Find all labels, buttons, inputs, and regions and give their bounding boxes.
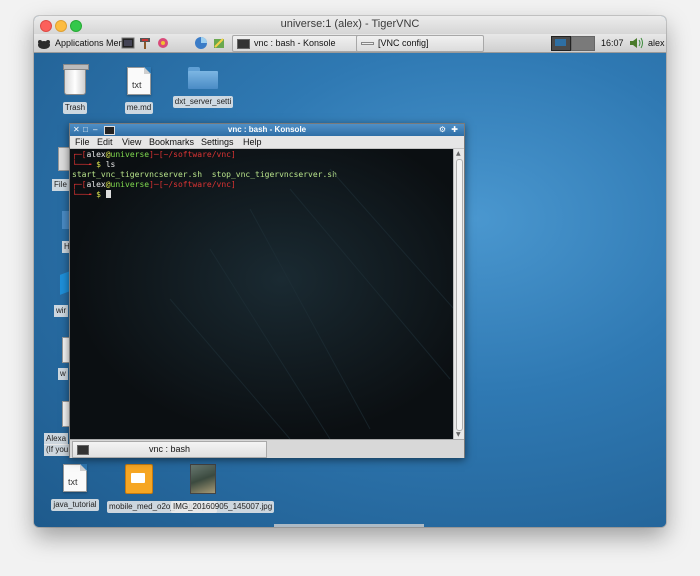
konsole-window: ✕ □ – vnc : bash - Konsole ⚙ ✚ File Edit… <box>69 123 465 458</box>
desktop-icon-dxt-server[interactable]: dxt_server_setti <box>171 67 235 108</box>
editor-launcher-icon[interactable] <box>212 36 226 50</box>
menu-help[interactable]: Help <box>243 137 262 147</box>
applications-menu-label: Applications Menu <box>55 38 129 48</box>
volume-icon[interactable] <box>629 37 645 49</box>
desktop-icon-java-tutorial[interactable]: txt java_tutorial <box>43 464 107 511</box>
desktop-icon-label: IMG_20160905_145007.jpg <box>171 501 275 513</box>
presentation-icon <box>125 464 153 494</box>
image-file-icon <box>190 464 216 494</box>
workspace-2-switcher[interactable] <box>571 36 595 51</box>
partial-desktop-label: w <box>58 368 68 380</box>
desktop-icon-label: me.md <box>124 102 154 114</box>
vnc-config-window-icon <box>361 42 374 46</box>
konsole-title: vnc : bash - Konsole <box>227 125 307 134</box>
konsole-tabbar: vnc : bash <box>70 439 464 458</box>
desktop-icon-label: java_tutorial <box>51 499 99 511</box>
workspace-1-switcher[interactable] <box>551 36 571 51</box>
scroll-down-icon[interactable]: ▼ <box>456 431 461 438</box>
konsole-pin-icon[interactable]: ✚ <box>451 125 458 135</box>
vnc-viewer-window: universe:1 (alex) - TigerVNC Application… <box>34 16 666 527</box>
bottom-panel-handle[interactable] <box>274 524 424 527</box>
file-manager-launcher-icon[interactable] <box>138 36 152 50</box>
partial-desktop-label: File <box>52 179 69 191</box>
taskbar-vnc-config-button[interactable]: [VNC config] <box>356 35 484 52</box>
konsole-titlebar[interactable]: ✕ □ – vnc : bash - Konsole ⚙ ✚ <box>70 124 464 136</box>
konsole-window-icon <box>237 38 250 49</box>
menu-view[interactable]: View <box>122 137 141 147</box>
desktop-background[interactable]: Trash txt me.md dxt_server_setti File H … <box>34 53 666 527</box>
applications-menu-button[interactable]: Applications Menu <box>37 34 129 52</box>
desktop-icon-img[interactable]: IMG_20160905_145007.jpg <box>171 464 275 513</box>
desktop-icon-mobile-med[interactable]: mobile_med_o2o_roadmap.... <box>107 464 218 513</box>
window-titlebar[interactable]: universe:1 (alex) - TigerVNC <box>34 16 666 35</box>
scrollbar-thumb[interactable] <box>456 159 463 431</box>
terminal-background-pattern <box>169 168 454 439</box>
xfce-top-panel: Applications Menu vnc : bash - Konsole [… <box>34 34 666 53</box>
konsole-tab[interactable]: vnc : bash <box>72 441 267 458</box>
partial-desktop-label: wir <box>54 305 69 317</box>
window-title: universe:1 (alex) - TigerVNC <box>280 18 420 30</box>
partial-desktop-label: (If you <box>44 444 71 456</box>
browser-launcher-icon[interactable] <box>194 36 208 50</box>
konsole-shade-icon[interactable]: ⚙ <box>439 125 446 135</box>
taskbar-vnc-config-label: [VNC config] <box>378 38 429 48</box>
terminal-scrollbar[interactable]: ▲ ▼ <box>453 149 464 439</box>
trash-icon <box>63 64 89 95</box>
xfce-mouse-icon <box>38 39 50 49</box>
menu-settings[interactable]: Settings <box>201 137 234 147</box>
terminal-area[interactable]: ┌─[alex@universe]─[~/software/vnc] └──╼ … <box>70 149 454 439</box>
desktop-icon-trash[interactable]: Trash <box>43 64 107 114</box>
desktop-icon-me-md[interactable]: txt me.md <box>107 67 171 114</box>
scroll-up-icon[interactable]: ▲ <box>456 150 461 157</box>
terminal-launcher-icon[interactable] <box>121 36 135 50</box>
konsole-menubar: File Edit View Bookmarks Settings Help <box>70 136 464 149</box>
menu-edit[interactable]: Edit <box>97 137 113 147</box>
konsole-tab-label: vnc : bash <box>148 444 191 454</box>
taskbar-konsole-button[interactable]: vnc : bash - Konsole <box>232 35 360 52</box>
text-file-icon: txt <box>127 67 151 95</box>
text-file-icon: txt <box>63 464 87 492</box>
settings-launcher-icon[interactable] <box>156 36 170 50</box>
panel-clock[interactable]: 16:07 <box>601 34 624 52</box>
panel-user-name[interactable]: alex <box>648 34 665 52</box>
desktop-icon-label: Trash <box>62 102 88 114</box>
taskbar-konsole-label: vnc : bash - Konsole <box>254 38 336 48</box>
menu-bookmarks[interactable]: Bookmarks <box>149 137 194 147</box>
folder-icon <box>188 67 218 89</box>
menu-file[interactable]: File <box>75 137 90 147</box>
desktop-icon-label: dxt_server_setti <box>172 96 234 108</box>
